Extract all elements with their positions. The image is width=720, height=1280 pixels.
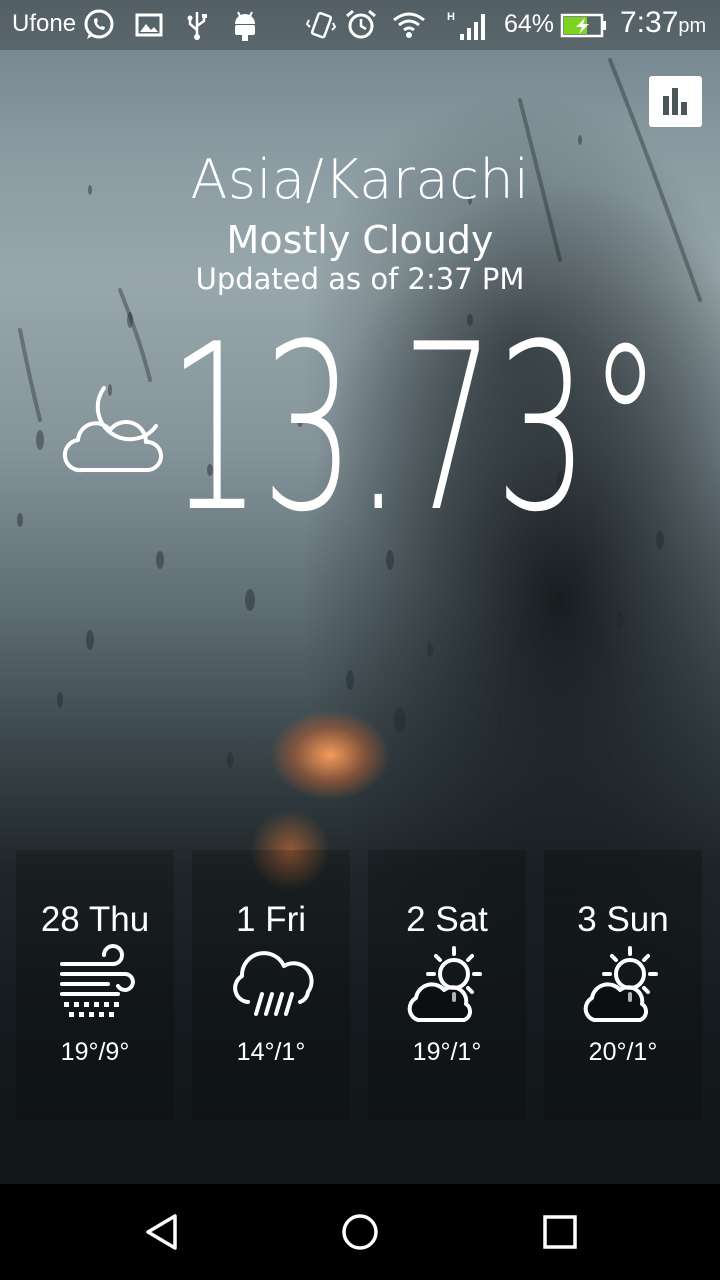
forecast-card[interactable]: 28 Thu 19°/9° [16, 850, 174, 1120]
bar-chart-icon [663, 88, 687, 115]
forecast-card[interactable]: 3 Sun 20°/1° [544, 850, 702, 1120]
battery-charging-icon [560, 13, 606, 38]
cloud-rain-icon [233, 951, 314, 1016]
signal-h-icon: H [447, 11, 485, 40]
city-name: Asia/Karachi [190, 148, 530, 211]
wind-rain-icon [60, 944, 135, 1017]
forecast-row: 28 Thu 19°/9° 1 Fri 14°/1° 2 Sat 19°/1° … [16, 850, 704, 1122]
recents-icon[interactable] [540, 1212, 580, 1252]
forecast-day: 28 Thu [40, 900, 150, 939]
weather-screen: Ufone H 64% 7:37pm Asia/Karachi Mostly C… [0, 0, 720, 1280]
vibrate-icon [305, 11, 337, 39]
forecast-range: 14°/1° [236, 1038, 306, 1066]
weather-condition: Mostly Cloudy [226, 218, 494, 262]
status-time-value: 7:37 [620, 6, 679, 39]
forecast-range: 19°/1° [412, 1038, 482, 1066]
home-icon[interactable] [340, 1212, 380, 1252]
chart-button[interactable] [649, 76, 702, 127]
navigation-bar [0, 1184, 720, 1280]
svg-text:H: H [447, 11, 455, 23]
status-time-ampm: pm [678, 15, 707, 37]
carrier-name: Ufone [12, 10, 77, 37]
current-temperature-value: 13.73° [168, 330, 662, 520]
forecast-card[interactable]: 2 Sat 19°/1° [368, 850, 526, 1120]
forecast-range: 20°/1° [588, 1038, 658, 1066]
wifi-icon [393, 12, 425, 38]
back-icon[interactable] [142, 1212, 182, 1252]
battery-percent: 64% [504, 10, 555, 38]
status-time: 7:37pm [620, 6, 706, 40]
forecast-card[interactable]: 1 Fri 14°/1° [192, 850, 350, 1120]
usb-icon [187, 12, 207, 40]
updated-time: Updated as of 2:37 PM [195, 262, 525, 296]
cloud-moon-icon [62, 386, 164, 473]
android-icon [235, 11, 255, 41]
forecast-day: 1 Fri [236, 900, 306, 939]
partly-sunny-icon [583, 946, 658, 1022]
image-icon [135, 13, 163, 37]
whatsapp-icon [84, 9, 114, 39]
forecast-range: 19°/9° [60, 1038, 130, 1066]
status-bar: Ufone H 64% 7:37pm [0, 0, 720, 50]
current-temperature: 13.73° [168, 330, 662, 520]
forecast-day: 3 Sun [577, 900, 669, 939]
forecast-day: 2 Sat [406, 900, 488, 939]
alarm-icon [346, 9, 376, 39]
partly-sunny-icon [407, 946, 482, 1022]
